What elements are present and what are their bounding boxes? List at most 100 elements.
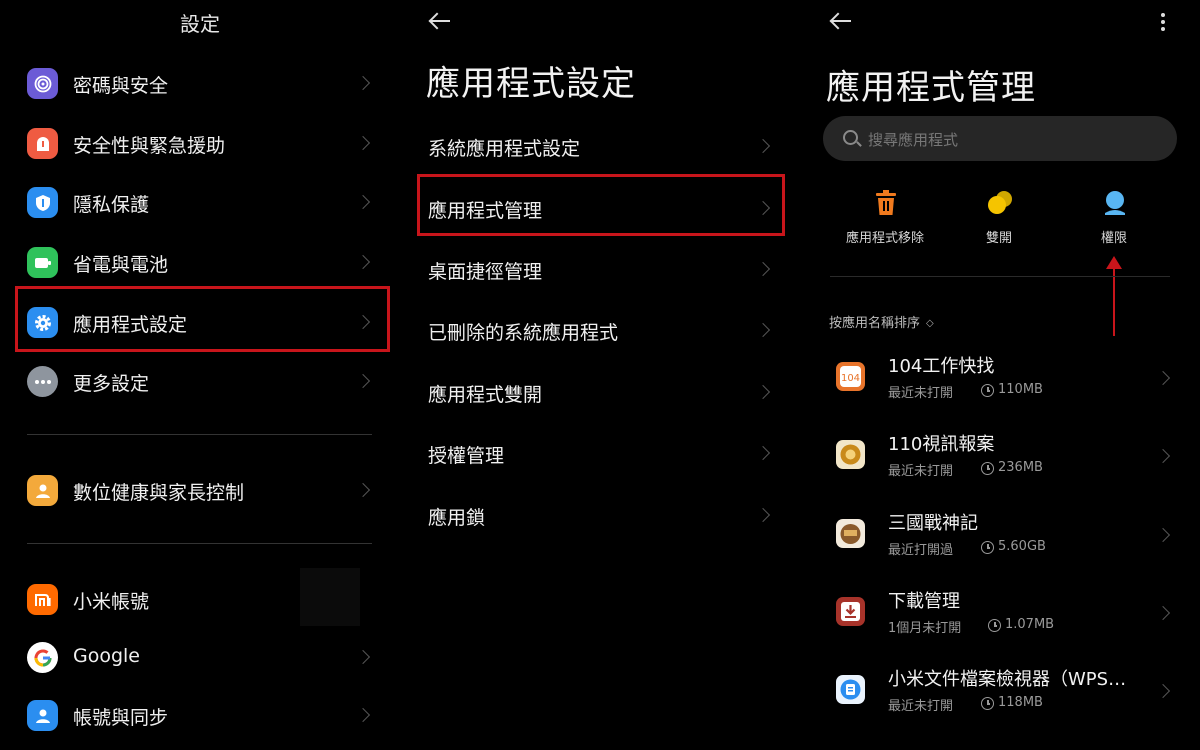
app-status: 最近未打開 [888,699,954,714]
menu-item-label: 應用程式雙開 [428,384,543,406]
settings-item-label: 安全性與緊急援助 [73,135,226,157]
download-icon [836,597,865,626]
settings-item-google[interactable]: Google [0,632,400,682]
tool-label: 應用程式移除 [845,231,924,246]
more-vertical-icon[interactable] [1161,13,1165,31]
app-list-item[interactable]: 三國戰神記 最近打開過 5.60GB [800,499,1200,569]
search-bar[interactable]: 搜尋應用程式 [823,116,1177,161]
menu-item-shortcut-management[interactable]: 桌面捷徑管理 [400,244,800,294]
tool-label: 權限 [1100,231,1127,246]
svg-text:104: 104 [841,373,860,384]
family-icon [27,475,58,506]
fingerprint-icon [27,68,58,99]
clock-icon [981,697,994,710]
app-status: 最近打開過 [888,543,954,558]
sort-updown-icon: ◇ [926,318,934,329]
mi-icon [27,584,58,615]
settings-item-password-security[interactable]: 密碼與安全 [0,58,400,108]
sort-dropdown[interactable]: 按應用名稱排序 ◇ [829,312,934,331]
settings-panel: 設定 密碼與安全 安全性與緊急援助 隱私保護 省電與電池 應用程式設定 更多設定… [0,0,400,750]
more-dots-icon [27,366,58,397]
menu-item-label: 授權管理 [428,445,505,467]
clock-icon [981,462,994,475]
chevron-right-icon [355,254,371,270]
chevron-right-icon [355,649,371,665]
chevron-right-icon [755,445,771,461]
settings-item-label: 數位健康與家長控制 [73,482,245,504]
app-game-icon [836,519,865,548]
uninstall-apps-button[interactable]: 應用程式移除 [825,185,945,255]
menu-item-label: 系統應用程式設定 [428,138,581,160]
account-icon [27,700,58,731]
red-arrow-shaft [1113,264,1115,336]
chevron-right-icon [355,373,371,389]
app-list-item[interactable]: 110視訊報案 最近未打開 236MB [800,420,1200,490]
dual-apps-button[interactable]: 雙開 [939,185,1059,255]
app-size: 110MB [998,382,1043,397]
settings-item-mi-account[interactable]: 小米帳號 [0,574,400,624]
settings-item-accounts-sync[interactable]: 帳號與同步 [0,690,400,740]
app-list-item[interactable]: 104 104工作快找 最近未打開 110MB [800,342,1200,412]
settings-item-more[interactable]: 更多設定 [0,356,400,406]
app-size: 118MB [998,695,1043,710]
menu-item-dual-apps[interactable]: 應用程式雙開 [400,367,800,417]
divider [27,543,372,544]
search-icon [843,130,858,145]
menu-item-authorization[interactable]: 授權管理 [400,428,800,478]
chevron-right-icon [355,75,371,91]
settings-item-app-settings[interactable]: 應用程式設定 [0,297,400,347]
search-input[interactable]: 搜尋應用程式 [868,129,958,150]
settings-item-battery[interactable]: 省電與電池 [0,237,400,287]
battery-icon [27,247,58,278]
clock-icon [988,619,1001,632]
chevron-right-icon [755,200,771,216]
app-size: 1.07MB [1005,617,1055,632]
app-list-item[interactable]: 下載管理 1個月未打開 1.07MB [800,577,1200,647]
app-settings-panel: 應用程式設定 系統應用程式設定 應用程式管理 桌面捷徑管理 已刪除的系統應用程式… [400,0,800,750]
menu-item-system-app-settings[interactable]: 系統應用程式設定 [400,121,800,171]
chevron-right-icon [1155,448,1171,464]
chevron-right-icon [755,138,771,154]
app-management-panel: 應用程式管理 搜尋應用程式 應用程式移除 雙開 權限 按應用名稱排序 ◇ 104 … [800,0,1200,750]
google-icon [27,642,58,673]
menu-item-label: 桌面捷徑管理 [428,261,543,283]
settings-item-digital-wellbeing[interactable]: 數位健康與家長控制 [0,465,400,515]
menu-item-label: 應用鎖 [428,507,486,529]
app-name: 下載管理 [888,591,960,612]
settings-item-label: 隱私保護 [73,194,150,216]
permissions-icon [1102,189,1128,217]
settings-item-privacy[interactable]: 隱私保護 [0,177,400,227]
app-status: 1個月未打開 [888,621,962,636]
app-list-item[interactable]: 小米文件檔案檢視器（WPS定... 最近未打開 118MB [800,655,1200,725]
menu-item-deleted-system-apps[interactable]: 已刪除的系統應用程式 [400,305,800,355]
chevron-right-icon [355,482,371,498]
divider [830,276,1170,277]
menu-item-app-management[interactable]: 應用程式管理 [400,183,800,233]
back-arrow-icon[interactable] [829,11,851,31]
app-name: 小米文件檔案檢視器（WPS定... [888,669,1138,690]
back-arrow-icon[interactable] [428,11,450,31]
dual-apps-icon [987,189,1013,217]
emergency-icon [27,128,58,159]
app-size: 236MB [998,460,1043,475]
app-name: 104工作快找 [888,356,995,377]
chevron-right-icon [1155,605,1171,621]
settings-item-label: 帳號與同步 [73,707,169,729]
chevron-right-icon [355,194,371,210]
clock-icon [981,541,994,554]
menu-item-app-lock[interactable]: 應用鎖 [400,490,800,540]
page-title: 應用程式設定 [426,64,636,104]
settings-item-label: 小米帳號 [73,591,150,613]
document-viewer-icon [836,675,865,704]
page-title: 設定 [180,12,220,36]
chevron-right-icon [755,507,771,523]
tool-label: 雙開 [985,231,1012,246]
chevron-right-icon [1155,370,1171,386]
permissions-button[interactable]: 權限 [1054,185,1174,255]
gear-icon [27,307,58,338]
sort-label: 按應用名稱排序 [829,316,921,331]
chevron-right-icon [355,707,371,723]
settings-item-label: 應用程式設定 [73,314,188,336]
chevron-right-icon [755,322,771,338]
settings-item-safety-emergency[interactable]: 安全性與緊急援助 [0,118,400,168]
